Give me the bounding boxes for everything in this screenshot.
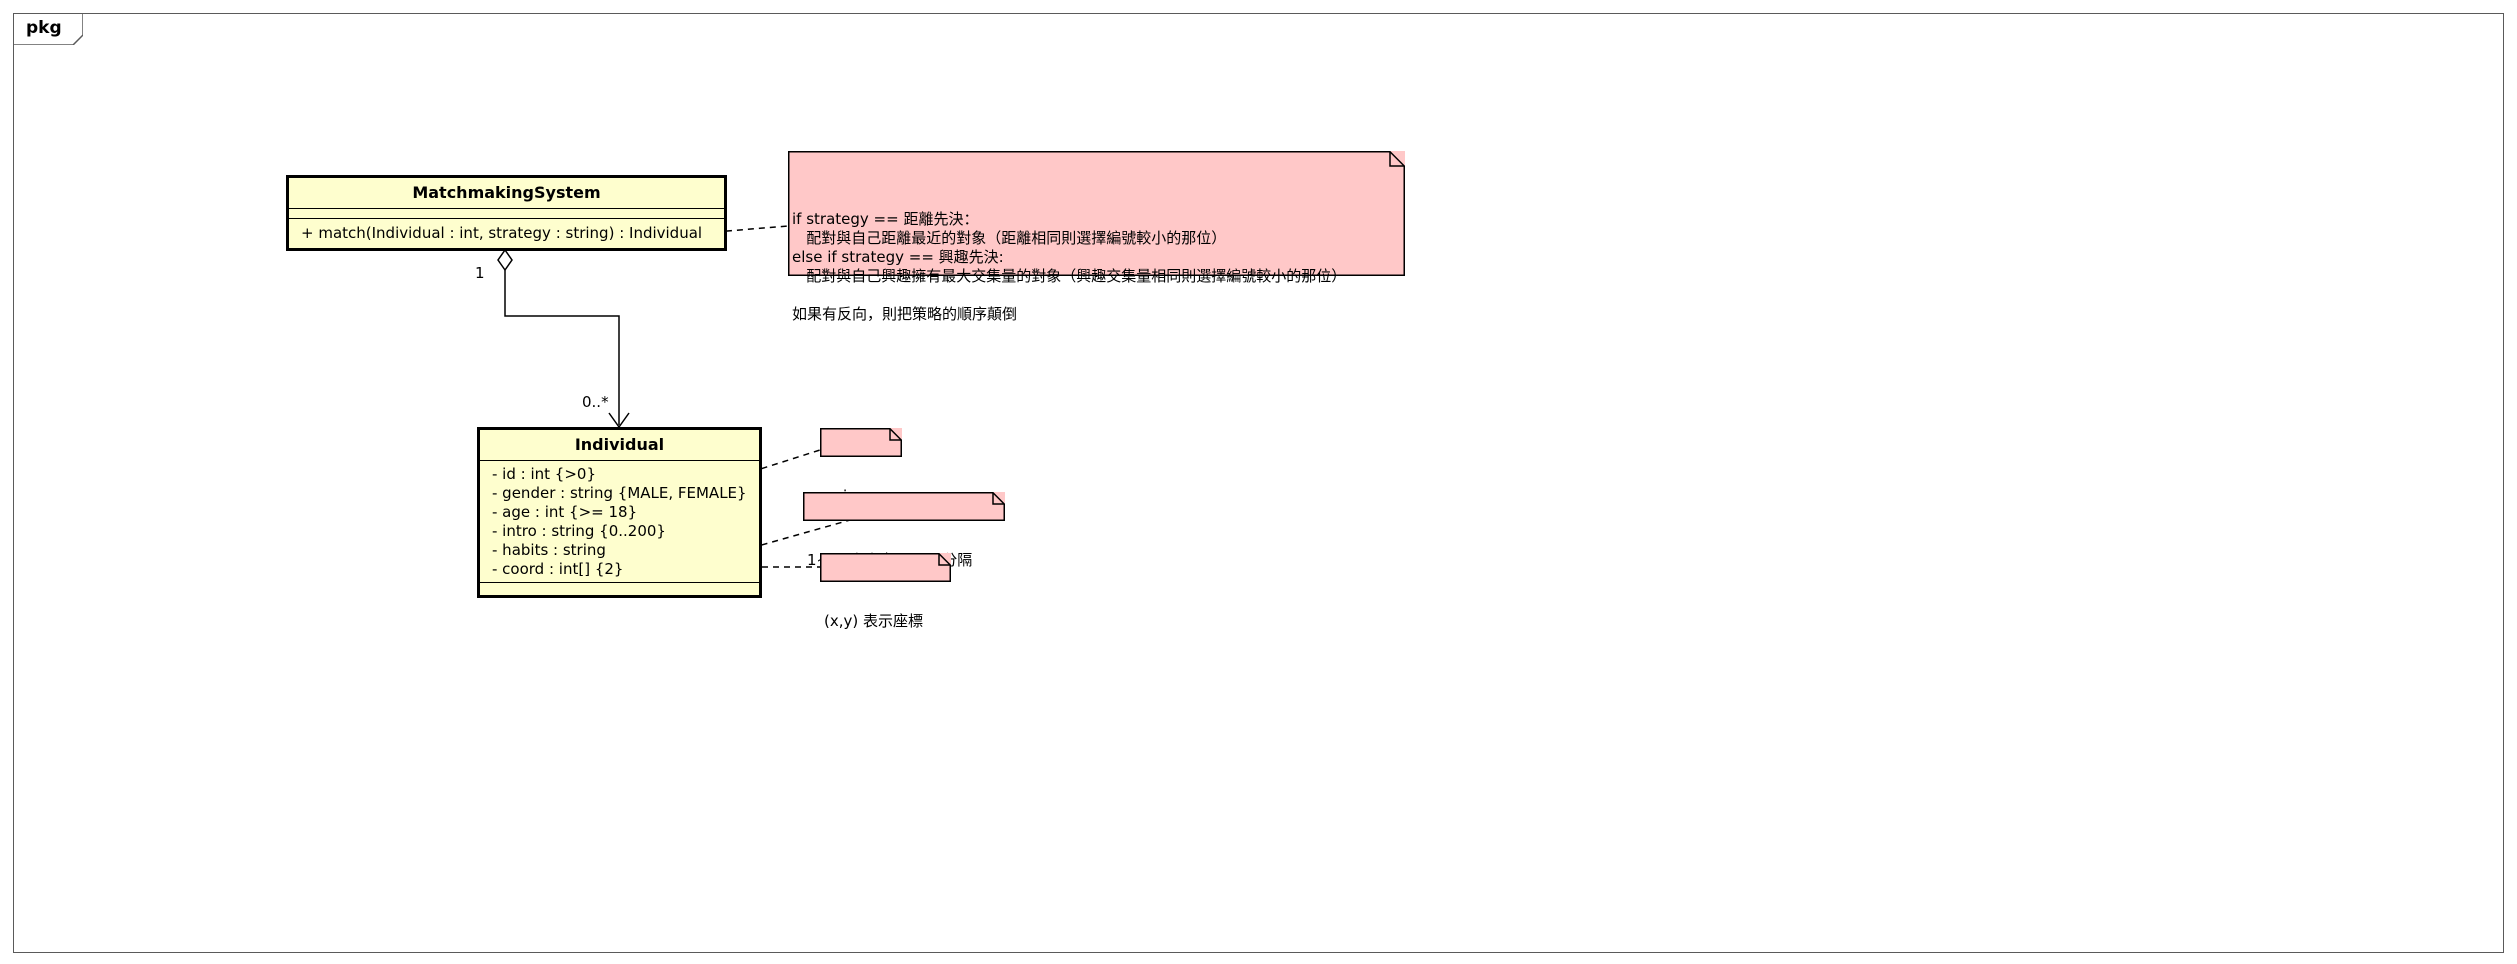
note-habits[interactable]: 1~10 個興趣，用 , 分隔 xyxy=(803,492,1005,569)
attribute-habits: - habits : string xyxy=(492,541,606,559)
aggregation-diamond-icon xyxy=(497,248,513,272)
aggregation-connector[interactable] xyxy=(497,248,630,429)
note-shape xyxy=(820,428,902,457)
class-matchmaking-system[interactable]: MatchmakingSystem + match(Individual : i… xyxy=(286,175,727,251)
note-strategy[interactable]: if strategy == 距離先決： 配對與自己距離最近的對象（距離相同則選… xyxy=(788,151,1405,323)
attributes-compartment: - id : int {>0} - gender : string {MALE,… xyxy=(480,461,759,583)
note-coord-text: (x,y) 表示座標 xyxy=(824,612,923,630)
note-coord[interactable]: (x,y) 表示座標 xyxy=(820,553,951,630)
attribute-gender: - gender : string {MALE, FEMALE} xyxy=(492,484,747,502)
connectors xyxy=(497,225,851,570)
note-shape xyxy=(803,492,1005,521)
attribute-coord: - coord : int[] {2} xyxy=(492,560,624,578)
attribute-id: - id : int {>0} xyxy=(492,465,596,483)
target-multiplicity: 0..* xyxy=(582,393,609,411)
attribute-age: - age : int {>= 18} xyxy=(492,503,638,521)
attributes-compartment xyxy=(289,209,724,219)
note-strategy-text: if strategy == 距離先決： 配對與自己距離最近的對象（距離相同則選… xyxy=(792,210,1347,323)
operations-compartment: + match(Individual : int, strategy : str… xyxy=(289,219,724,243)
source-multiplicity: 1 xyxy=(475,264,485,282)
operations-compartment xyxy=(480,583,759,595)
class-name: Individual xyxy=(480,430,759,461)
attribute-intro: - intro : string {0..200} xyxy=(492,522,666,540)
note-shape xyxy=(820,553,951,582)
class-name: MatchmakingSystem xyxy=(289,178,724,209)
operation-match: + match(Individual : int, strategy : str… xyxy=(301,224,703,242)
class-individual[interactable]: Individual - id : int {>0} - gender : st… xyxy=(477,427,762,598)
note-unique[interactable]: unique xyxy=(820,428,902,505)
